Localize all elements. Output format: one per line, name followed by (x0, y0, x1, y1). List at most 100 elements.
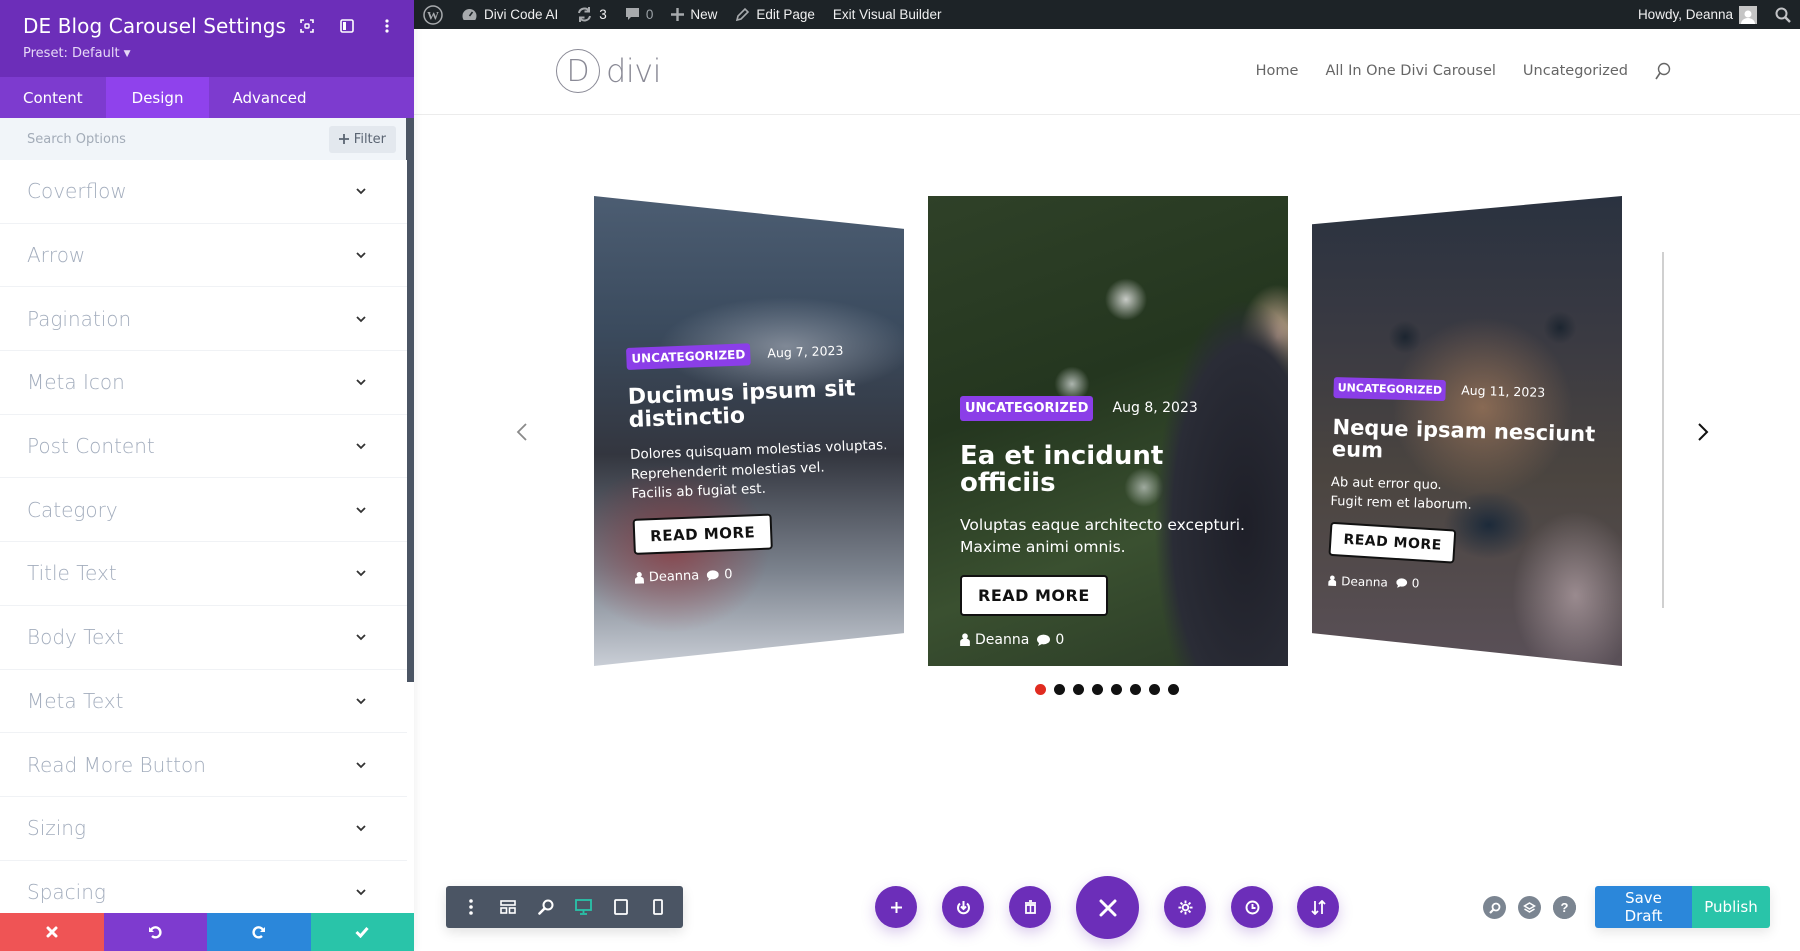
post-card-active[interactable]: UNCATEGORIZED Aug 8, 2023 Ea et incidunt… (928, 196, 1288, 666)
option-group-meta-text[interactable]: Meta Text (0, 670, 407, 734)
expand-modal-icon[interactable] (298, 17, 316, 35)
option-group-meta-icon[interactable]: Meta Icon (0, 351, 407, 415)
tab-advanced[interactable]: Advanced (209, 77, 329, 118)
post-author[interactable]: Deanna (1328, 574, 1388, 589)
check-icon (355, 927, 369, 938)
option-group-sizing[interactable]: Sizing (0, 797, 407, 861)
filter-button[interactable]: Filter (328, 125, 396, 153)
portability-button[interactable] (942, 886, 984, 928)
publish-button[interactable]: Publish (1692, 886, 1770, 928)
carousel-section: UNCATEGORIZED Aug 7, 2023 Ducimus ipsum … (414, 115, 1800, 951)
category-badge[interactable]: UNCATEGORIZED (960, 396, 1094, 421)
option-group-title-text[interactable]: Title Text (0, 542, 407, 606)
builder-menu-button[interactable] (459, 895, 483, 919)
pagination-dot[interactable] (1149, 684, 1160, 695)
pagination-dot[interactable] (1054, 684, 1065, 695)
more-options-icon[interactable] (378, 17, 396, 35)
add-module-button[interactable] (875, 886, 917, 928)
post-card[interactable]: UNCATEGORIZED Aug 7, 2023 Ducimus ipsum … (594, 196, 904, 666)
post-title[interactable]: Ea et incidunt officiis (960, 442, 1260, 498)
exit-visual-builder-link[interactable]: Exit Visual Builder (824, 0, 951, 29)
pagination-dot-active[interactable] (1035, 684, 1046, 695)
discard-button[interactable] (0, 913, 104, 951)
option-group-body-text[interactable]: Body Text (0, 606, 407, 670)
post-title[interactable]: Ducimus ipsum sit distinctio (627, 376, 894, 433)
phone-view-button[interactable] (646, 895, 670, 919)
history-button[interactable] (1231, 886, 1273, 928)
pagination-dot[interactable] (1168, 684, 1179, 695)
option-group-read-more-button[interactable]: Read More Button (0, 733, 407, 797)
post-card[interactable]: UNCATEGORIZED Aug 11, 2023 Neque ipsam n… (1312, 196, 1622, 666)
tablet-view-button[interactable] (609, 895, 633, 919)
find-replace-button[interactable] (1483, 896, 1506, 919)
carousel-next-arrow[interactable] (1688, 417, 1718, 447)
layers-button[interactable] (1518, 896, 1541, 919)
close-builder-button[interactable] (1076, 876, 1139, 939)
nav-all-in-one-divi-carousel[interactable]: All In One Divi Carousel (1325, 63, 1495, 79)
tab-design[interactable]: Design (105, 77, 210, 118)
pagination-dot[interactable] (1073, 684, 1084, 695)
clear-layout-button[interactable] (1009, 886, 1051, 928)
logo-text: divi (606, 52, 662, 90)
search-icon[interactable] (1655, 62, 1671, 80)
page-sort-button[interactable] (1297, 886, 1339, 928)
post-comments[interactable]: 0 (1037, 632, 1064, 648)
account-menu[interactable]: Howdy, Deanna (1629, 0, 1766, 29)
read-more-button[interactable]: READ MORE (960, 574, 1108, 616)
pagination-dot[interactable] (1130, 684, 1141, 695)
nav-home[interactable]: Home (1256, 63, 1299, 79)
option-group-arrow[interactable]: Arrow (0, 224, 407, 288)
pagination-dot[interactable] (1111, 684, 1122, 695)
option-group-label: Meta Icon (27, 370, 125, 395)
chevron-down-icon (356, 316, 366, 322)
updates-menu[interactable]: 3 (567, 0, 616, 29)
option-group-coverflow[interactable]: Coverflow (0, 160, 407, 224)
site-name-menu[interactable]: Divi Code AI (452, 0, 567, 29)
carousel-prev-arrow[interactable] (507, 417, 537, 447)
avatar (1739, 5, 1757, 24)
post-author[interactable]: Deanna (960, 632, 1029, 648)
zoom-view-button[interactable] (534, 895, 558, 919)
comments-menu[interactable]: 0 (616, 0, 663, 29)
snap-sidebar-icon[interactable] (338, 17, 356, 35)
category-badge[interactable]: UNCATEGORIZED (626, 343, 751, 370)
option-group-post-content[interactable]: Post Content (0, 415, 407, 479)
post-comments[interactable]: 0 (707, 567, 733, 583)
site-logo[interactable]: D divi (556, 49, 662, 93)
wireframe-view-button[interactable] (496, 895, 520, 919)
option-group-spacing[interactable]: Spacing (0, 861, 407, 915)
search-options-input[interactable] (27, 131, 227, 147)
option-group-label: Meta Text (27, 688, 124, 713)
post-title[interactable]: Neque ipsam nesciunt eum (1332, 415, 1603, 468)
post-author[interactable]: Deanna (634, 568, 700, 586)
preset-dropdown[interactable]: Preset: Default ▼ (23, 46, 130, 61)
save-draft-button[interactable]: Save Draft (1595, 886, 1692, 928)
edit-page-link[interactable]: Edit Page (726, 0, 824, 29)
undo-button[interactable] (103, 913, 207, 951)
option-group-category[interactable]: Category (0, 478, 407, 543)
new-content-menu[interactable]: New (662, 0, 726, 29)
save-settings-button[interactable] (310, 913, 414, 951)
comment-icon (1037, 634, 1051, 646)
close-icon (46, 926, 58, 938)
redo-button[interactable] (207, 913, 311, 951)
help-button[interactable]: ? (1553, 896, 1576, 919)
read-more-button[interactable]: READ MORE (1328, 521, 1457, 564)
wordpress-icon: W (423, 4, 443, 25)
pagination-dot[interactable] (1092, 684, 1103, 695)
admin-search[interactable] (1766, 0, 1800, 29)
tab-content[interactable]: Content (0, 77, 106, 118)
post-comments[interactable]: 0 (1395, 576, 1420, 590)
wordpress-logo-menu[interactable]: W (414, 0, 452, 29)
exit-label: Exit Visual Builder (832, 7, 942, 22)
dashboard-icon (462, 9, 477, 20)
option-group-pagination[interactable]: Pagination (0, 287, 407, 352)
author-name: Deanna (648, 568, 700, 586)
sidebar-scrollbar[interactable] (407, 160, 414, 682)
desktop-view-button[interactable] (571, 895, 595, 919)
zoom-icon (537, 899, 554, 915)
nav-uncategorized[interactable]: Uncategorized (1523, 63, 1628, 79)
category-badge[interactable]: UNCATEGORIZED (1333, 376, 1447, 402)
read-more-button[interactable]: READ MORE (632, 513, 773, 555)
page-settings-button[interactable] (1164, 886, 1206, 928)
